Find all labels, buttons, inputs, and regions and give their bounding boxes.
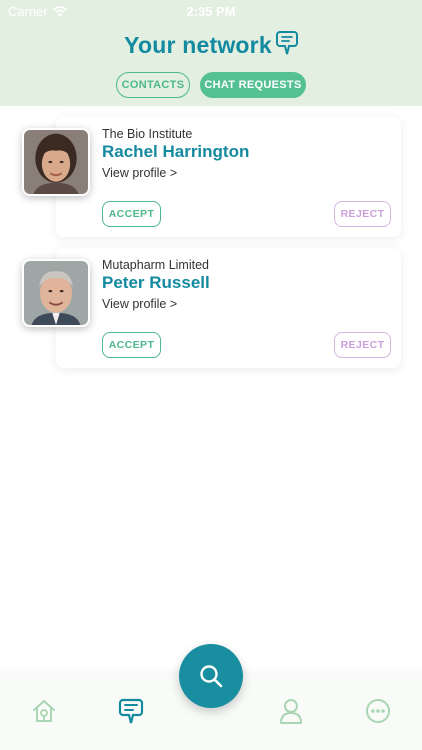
request-card: The Bio Institute Rachel Harrington View…: [56, 117, 401, 237]
title-row: Your network: [0, 30, 422, 59]
more-icon[interactable]: [365, 697, 391, 725]
chat-bubble-icon: [275, 30, 298, 54]
chat-icon[interactable]: [118, 697, 144, 725]
avatar-photo: [24, 261, 88, 325]
header: Carrier 2:35 PM Your network CONTACTS CH…: [0, 0, 422, 106]
tab-contacts[interactable]: CONTACTS: [116, 72, 190, 98]
accept-button[interactable]: ACCEPT: [102, 201, 161, 227]
reject-button[interactable]: REJECT: [334, 332, 391, 358]
reject-button[interactable]: REJECT: [334, 201, 391, 227]
contact-name[interactable]: Peter Russell: [102, 273, 210, 293]
profile-icon[interactable]: [278, 697, 304, 725]
contact-name[interactable]: Rachel Harrington: [102, 142, 249, 162]
status-time: 2:35 PM: [186, 4, 236, 19]
accept-button[interactable]: ACCEPT: [102, 332, 161, 358]
view-profile-link[interactable]: View profile >: [102, 297, 177, 311]
search-button[interactable]: [179, 644, 243, 708]
tab-chat-requests[interactable]: CHAT REQUESTS: [200, 72, 306, 98]
organization-label: Mutapharm Limited: [102, 258, 209, 272]
home-icon[interactable]: [31, 697, 57, 725]
tab-switcher: CONTACTS CHAT REQUESTS: [0, 72, 422, 98]
avatar-photo: [24, 130, 88, 194]
avatar[interactable]: [22, 128, 90, 196]
view-profile-link[interactable]: View profile >: [102, 166, 177, 180]
avatar[interactable]: [22, 259, 90, 327]
status-bar: Carrier 2:35 PM: [0, 0, 422, 22]
search-icon: [200, 665, 223, 688]
page-title: Your network: [124, 32, 272, 58]
organization-label: The Bio Institute: [102, 127, 193, 141]
request-card: Mutapharm Limited Peter Russell View pro…: [56, 248, 401, 368]
